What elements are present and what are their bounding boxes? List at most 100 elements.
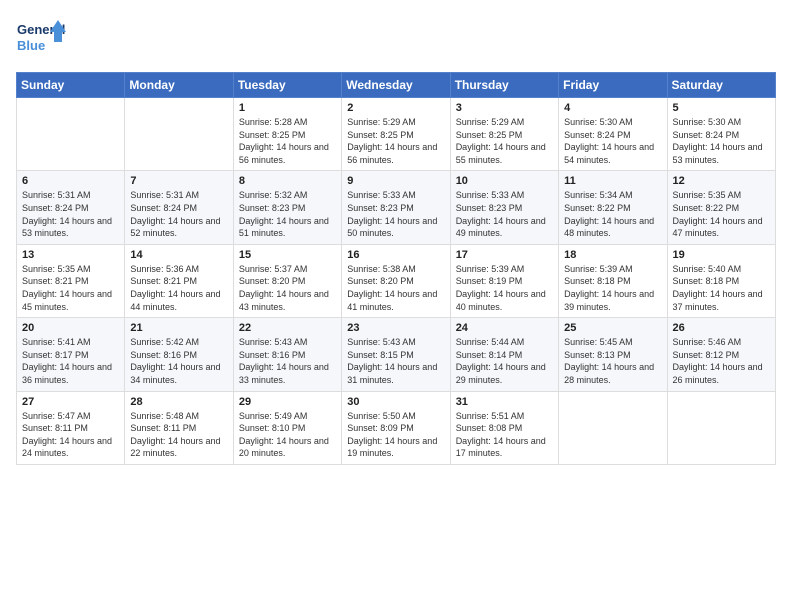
day-number: 10 <box>456 175 553 187</box>
calendar-cell: 26 Sunrise: 5:46 AM Sunset: 8:12 PM Dayli… <box>667 318 775 391</box>
calendar-cell: 7Sunrise: 5:31 AM Sunset: 8:24 PM Daylig… <box>125 171 233 244</box>
day-info: Sunrise: 5:34 AM Sunset: 8:22 PM Dayligh… <box>564 189 661 239</box>
day-info: Sunrise: 5:36 AM Sunset: 8:21 PM Dayligh… <box>130 263 227 313</box>
day-info: Sunrise: 5:35 AM Sunset: 8:21 PM Dayligh… <box>22 263 119 313</box>
logo-svg: General Blue <box>16 16 66 60</box>
day-info: Sunrise: 5:43 AM Sunset: 8:16 PM Dayligh… <box>239 336 336 386</box>
calendar-cell: 25 Sunrise: 5:45 AM Sunset: 8:13 PM Dayli… <box>559 318 667 391</box>
calendar-cell: 22 Sunrise: 5:43 AM Sunset: 8:16 PM Dayli… <box>233 318 341 391</box>
calendar-cell: 12 Sunrise: 5:35 AM Sunset: 8:22 PM Dayli… <box>667 171 775 244</box>
day-info: Sunrise: 5:33 AM Sunset: 8:23 PM Dayligh… <box>456 189 553 239</box>
day-info: Sunrise: 5:38 AM Sunset: 8:20 PM Dayligh… <box>347 263 444 313</box>
weekday-header-sunday: Sunday <box>17 73 125 98</box>
day-number: 18 <box>564 249 661 261</box>
calendar-cell: 29 Sunrise: 5:49 AM Sunset: 8:10 PM Dayli… <box>233 391 341 464</box>
day-info: Sunrise: 5:51 AM Sunset: 8:08 PM Dayligh… <box>456 410 553 460</box>
day-number: 12 <box>673 175 770 187</box>
calendar-cell: 2 Sunrise: 5:29 AM Sunset: 8:25 PM Daylig… <box>342 98 450 171</box>
day-number: 1 <box>239 102 336 114</box>
day-info: Sunrise: 5:47 AM Sunset: 8:11 PM Dayligh… <box>22 410 119 460</box>
day-number: 31 <box>456 396 553 408</box>
weekday-header-friday: Friday <box>559 73 667 98</box>
page-header: General Blue <box>16 16 776 60</box>
calendar-cell: 23 Sunrise: 5:43 AM Sunset: 8:15 PM Dayli… <box>342 318 450 391</box>
calendar-cell: 27 Sunrise: 5:47 AM Sunset: 8:11 PM Dayli… <box>17 391 125 464</box>
day-info: Sunrise: 5:35 AM Sunset: 8:22 PM Dayligh… <box>673 189 770 239</box>
calendar-week-2: 6 Sunrise: 5:31 AM Sunset: 8:24 PM Daylig… <box>17 171 776 244</box>
calendar-cell: 16 Sunrise: 5:38 AM Sunset: 8:20 PM Dayli… <box>342 244 450 317</box>
logo: General Blue <box>16 16 66 60</box>
calendar-cell: 3Sunrise: 5:29 AM Sunset: 8:25 PM Daylig… <box>450 98 558 171</box>
day-info: Sunrise: 5:30 AM Sunset: 8:24 PM Dayligh… <box>564 116 661 166</box>
calendar-cell: 15 Sunrise: 5:37 AM Sunset: 8:20 PM Dayli… <box>233 244 341 317</box>
day-number: 6 <box>22 175 119 187</box>
day-number: 7 <box>130 175 227 187</box>
day-info: Sunrise: 5:40 AM Sunset: 8:18 PM Dayligh… <box>673 263 770 313</box>
calendar-cell: 20 Sunrise: 5:41 AM Sunset: 8:17 PM Dayli… <box>17 318 125 391</box>
weekday-header-monday: Monday <box>125 73 233 98</box>
weekday-header-wednesday: Wednesday <box>342 73 450 98</box>
calendar-cell: 28 Sunrise: 5:48 AM Sunset: 8:11 PM Dayli… <box>125 391 233 464</box>
calendar-cell: 30Sunrise: 5:50 AM Sunset: 8:09 PM Dayli… <box>342 391 450 464</box>
day-info: Sunrise: 5:49 AM Sunset: 8:10 PM Dayligh… <box>239 410 336 460</box>
day-number: 25 <box>564 322 661 334</box>
svg-text:Blue: Blue <box>17 38 45 53</box>
day-number: 11 <box>564 175 661 187</box>
day-info: Sunrise: 5:44 AM Sunset: 8:14 PM Dayligh… <box>456 336 553 386</box>
calendar-cell: 1 Sunrise: 5:28 AM Sunset: 8:25 PM Daylig… <box>233 98 341 171</box>
calendar-cell: 11 Sunrise: 5:34 AM Sunset: 8:22 PM Dayli… <box>559 171 667 244</box>
calendar-cell: 10 Sunrise: 5:33 AM Sunset: 8:23 PM Dayli… <box>450 171 558 244</box>
calendar-cell <box>667 391 775 464</box>
day-number: 15 <box>239 249 336 261</box>
calendar-cell: 21 Sunrise: 5:42 AM Sunset: 8:16 PM Dayli… <box>125 318 233 391</box>
day-info: Sunrise: 5:29 AM Sunset: 8:25 PM Dayligh… <box>347 116 444 166</box>
calendar-cell: 24Sunrise: 5:44 AM Sunset: 8:14 PM Dayli… <box>450 318 558 391</box>
day-info: Sunrise: 5:48 AM Sunset: 8:11 PM Dayligh… <box>130 410 227 460</box>
day-info: Sunrise: 5:33 AM Sunset: 8:23 PM Dayligh… <box>347 189 444 239</box>
calendar-week-3: 13 Sunrise: 5:35 AM Sunset: 8:21 PM Dayli… <box>17 244 776 317</box>
day-info: Sunrise: 5:37 AM Sunset: 8:20 PM Dayligh… <box>239 263 336 313</box>
weekday-header-row: SundayMondayTuesdayWednesdayThursdayFrid… <box>17 73 776 98</box>
day-info: Sunrise: 5:30 AM Sunset: 8:24 PM Dayligh… <box>673 116 770 166</box>
day-number: 29 <box>239 396 336 408</box>
calendar-week-5: 27 Sunrise: 5:47 AM Sunset: 8:11 PM Dayli… <box>17 391 776 464</box>
day-info: Sunrise: 5:28 AM Sunset: 8:25 PM Dayligh… <box>239 116 336 166</box>
day-number: 14 <box>130 249 227 261</box>
calendar-cell <box>17 98 125 171</box>
day-number: 27 <box>22 396 119 408</box>
day-number: 17 <box>456 249 553 261</box>
day-info: Sunrise: 5:46 AM Sunset: 8:12 PM Dayligh… <box>673 336 770 386</box>
day-number: 20 <box>22 322 119 334</box>
calendar-cell: 4Sunrise: 5:30 AM Sunset: 8:24 PM Daylig… <box>559 98 667 171</box>
calendar-cell: 31 Sunrise: 5:51 AM Sunset: 8:08 PM Dayli… <box>450 391 558 464</box>
day-info: Sunrise: 5:32 AM Sunset: 8:23 PM Dayligh… <box>239 189 336 239</box>
day-info: Sunrise: 5:41 AM Sunset: 8:17 PM Dayligh… <box>22 336 119 386</box>
calendar-cell <box>125 98 233 171</box>
day-number: 28 <box>130 396 227 408</box>
calendar-cell: 6 Sunrise: 5:31 AM Sunset: 8:24 PM Daylig… <box>17 171 125 244</box>
calendar-table: SundayMondayTuesdayWednesdayThursdayFrid… <box>16 72 776 465</box>
calendar-week-4: 20 Sunrise: 5:41 AM Sunset: 8:17 PM Dayli… <box>17 318 776 391</box>
day-number: 26 <box>673 322 770 334</box>
day-number: 9 <box>347 175 444 187</box>
day-number: 5 <box>673 102 770 114</box>
day-info: Sunrise: 5:31 AM Sunset: 8:24 PM Dayligh… <box>22 189 119 239</box>
calendar-cell: 14 Sunrise: 5:36 AM Sunset: 8:21 PM Dayli… <box>125 244 233 317</box>
day-info: Sunrise: 5:43 AM Sunset: 8:15 PM Dayligh… <box>347 336 444 386</box>
day-number: 2 <box>347 102 444 114</box>
day-number: 16 <box>347 249 444 261</box>
day-info: Sunrise: 5:45 AM Sunset: 8:13 PM Dayligh… <box>564 336 661 386</box>
calendar-cell: 13 Sunrise: 5:35 AM Sunset: 8:21 PM Dayli… <box>17 244 125 317</box>
calendar-cell: 8 Sunrise: 5:32 AM Sunset: 8:23 PM Daylig… <box>233 171 341 244</box>
day-number: 13 <box>22 249 119 261</box>
day-info: Sunrise: 5:39 AM Sunset: 8:19 PM Dayligh… <box>456 263 553 313</box>
day-number: 8 <box>239 175 336 187</box>
day-number: 3 <box>456 102 553 114</box>
day-number: 22 <box>239 322 336 334</box>
calendar-cell: 5 Sunrise: 5:30 AM Sunset: 8:24 PM Daylig… <box>667 98 775 171</box>
day-number: 30 <box>347 396 444 408</box>
calendar-cell: 19Sunrise: 5:40 AM Sunset: 8:18 PM Dayli… <box>667 244 775 317</box>
day-number: 23 <box>347 322 444 334</box>
day-number: 21 <box>130 322 227 334</box>
day-info: Sunrise: 5:42 AM Sunset: 8:16 PM Dayligh… <box>130 336 227 386</box>
